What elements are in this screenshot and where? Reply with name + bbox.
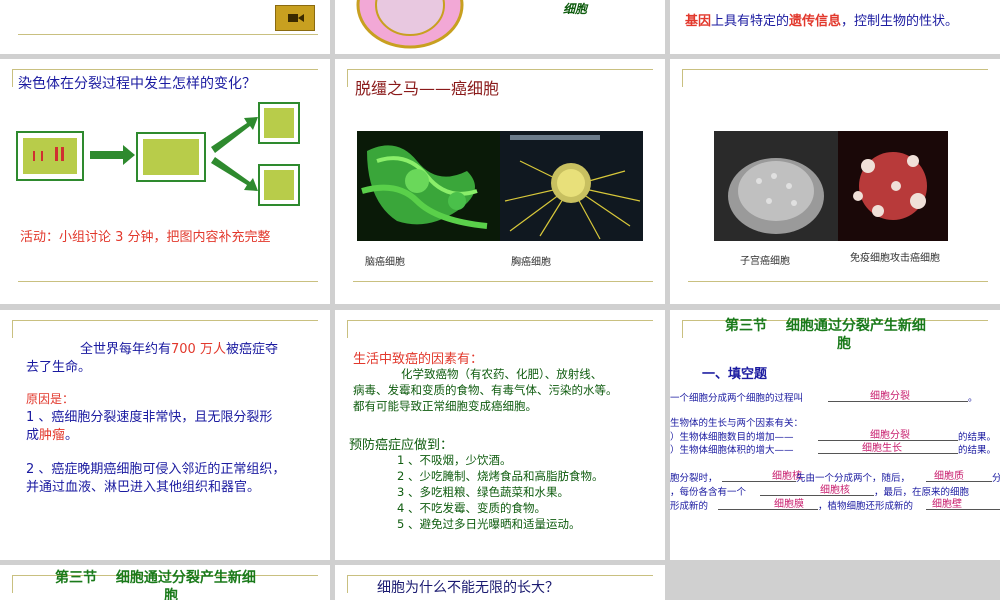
reason-2a: 2 、癌症晚期癌细胞可侵入邻近的正常组织， [26, 462, 286, 477]
slide-title: 细胞为什么不能无限的长大？ [377, 580, 559, 596]
answer-1: 细胞分裂 [870, 391, 910, 402]
reason-1b: 成肿瘤。 [26, 424, 78, 443]
divider [12, 69, 318, 70]
keyword-tumor: 肿瘤 [39, 428, 66, 443]
section-title-line-2: 胞 [164, 588, 178, 600]
answer-4: 细胞生长 [862, 443, 902, 454]
activity-text: 活动：小组讨论 3 分钟，把图内容补充完整 [20, 230, 271, 245]
caption-cervical: 子宫癌细胞 [740, 256, 790, 267]
divider [18, 34, 318, 35]
q3: ）生物体细胞数目的增加—— [670, 432, 794, 443]
immune-attack-image [838, 131, 948, 241]
divider [682, 69, 988, 70]
text: 成 [26, 428, 40, 443]
divider [353, 281, 653, 282]
caption-immune: 免疫细胞攻击癌细胞 [850, 253, 940, 264]
slide-3[interactable]: 基因上具有特定的遗传信息，控制生物的性状。 [670, 0, 1000, 54]
q3-end: 的结果。 [958, 432, 997, 443]
cell-label: 细胞 [563, 2, 588, 16]
divider [12, 69, 13, 87]
divider [688, 281, 988, 282]
prevent-item: 2 、少吃腌制、烧烤食品和高脂肪食物。 [397, 469, 604, 483]
reason-1a: 1 、癌细胞分裂速度非常快，且无限分裂形 [26, 410, 273, 425]
q5c: 分 [992, 473, 1000, 484]
divider [18, 281, 318, 282]
fill-blank-heading: 一、填空题 [702, 367, 768, 382]
slide-title: 脱缰之马——癌细胞 [355, 79, 500, 98]
answer-5b: 细胞质 [934, 471, 964, 482]
divider [12, 320, 318, 321]
divider [12, 575, 13, 593]
slide-6[interactable]: 子宫癌细胞 免疫细胞攻击癌细胞 [670, 59, 1000, 304]
stat-line-1: 全世界每年约有700 万人被癌症夺 [80, 338, 278, 357]
slide-5[interactable]: 脱缰之马——癌细胞 脑癌细胞 胸癌细胞 [335, 59, 665, 304]
keyword-info: 遗传信息 [789, 14, 842, 29]
keyword-gene: 基因 [685, 14, 712, 29]
factors-line-3: 都有可能导致正常细胞变成癌细胞。 [353, 399, 537, 413]
breast-cancer-cell-image [500, 131, 643, 241]
divider [347, 320, 653, 321]
q6a: ，每份各含有一个 [670, 487, 747, 498]
q5b: 先由一个分成两个，随后， [796, 473, 911, 484]
answer-6: 细胞核 [820, 485, 850, 496]
factors-line-1: 化学致癌物（有农药、化肥）、放射线、 [401, 367, 603, 381]
caption-brain: 脑癌细胞 [365, 257, 405, 268]
caption-breast: 胸癌细胞 [511, 257, 551, 268]
q1: 一个细胞分成两个细胞的过程叫 [670, 393, 804, 404]
chromosome-diagram [16, 102, 300, 206]
stat-line-2: 去了生命。 [26, 360, 92, 375]
prevent-item: 3 、多吃粗粮、绿色蔬菜和水果。 [397, 485, 569, 499]
slide-title: 染色体在分裂过程中发生怎样的变化？ [18, 76, 256, 92]
text: 上具有特定的 [711, 14, 790, 29]
q4: ）生物体细胞体积的增大—— [670, 445, 794, 456]
slide-9[interactable]: 第三节 细胞通过分裂产生新细 胞 一、填空题 一个细胞分成两个细胞的过程叫 细胞… [670, 310, 1000, 560]
reason-heading: 原因是： [26, 392, 75, 406]
slide-11[interactable]: 细胞为什么不能无限的长大？ [335, 565, 665, 600]
slide-8[interactable]: 生活中致癌的因素有： 化学致癌物（有农药、化肥）、放射线、 病毒、发霉和变质的食… [335, 310, 665, 560]
q5a: 胞分裂时， [670, 473, 718, 484]
cell-diagram [356, 0, 464, 49]
video-icon[interactable] [275, 5, 315, 31]
divider [347, 69, 653, 70]
text: 被癌症夺 [225, 342, 278, 357]
text: 全世界每年约有 [80, 342, 172, 357]
slide-10[interactable]: 第三节 细胞通过分裂产生新细 胞 [0, 565, 330, 600]
slide-1[interactable] [0, 0, 330, 54]
q7b: ，植物细胞还形成新的 [818, 501, 914, 512]
slide-2[interactable]: 细胞 [335, 0, 665, 54]
prevent-item: 5 、避免过多日光曝晒和适量运动。 [397, 517, 581, 531]
divider [12, 320, 13, 338]
text: 。 [65, 428, 79, 443]
gene-sentence: 基因上具有特定的遗传信息，控制生物的性状。 [685, 10, 958, 29]
section-title-line-2: 胞 [837, 336, 851, 352]
q4-end: 的结果。 [958, 445, 997, 456]
divider [682, 320, 683, 338]
factors-heading: 生活中致癌的因素有： [353, 352, 484, 367]
q7a: 形成新的 [670, 501, 709, 512]
brain-cancer-cell-image [357, 131, 500, 241]
q2: 生物体的生长与两个因素有关： [670, 418, 804, 429]
divider [682, 69, 683, 87]
prevent-item: 1 、不吸烟，少饮酒。 [397, 453, 512, 467]
divider [347, 320, 348, 338]
divider [347, 69, 348, 87]
answer-7b: 细胞壁 [932, 499, 962, 510]
prevent-item: 4 、不吃发霉、变质的食物。 [397, 501, 546, 515]
stat-number: 700 万人 [171, 342, 226, 357]
prevent-heading: 预防癌症应做到： [349, 438, 454, 453]
slide-7[interactable]: 全世界每年约有700 万人被癌症夺 去了生命。 原因是： 1 、癌细胞分裂速度非… [0, 310, 330, 560]
answer-7a: 细胞膜 [774, 499, 804, 510]
divider [347, 575, 348, 593]
text: ，控制生物的性状。 [841, 14, 959, 29]
section-title-line-1: 第三节 细胞通过分裂产生新细 [725, 318, 926, 334]
slide-4[interactable]: 染色体在分裂过程中发生怎样的变化？ 活动：小组讨论 3 分钟，把图内容补充完整 [0, 59, 330, 304]
section-title-line-1: 第三节 细胞通过分裂产生新细 [55, 570, 256, 586]
q1-end: 。 [968, 393, 978, 404]
divider [347, 575, 653, 576]
reason-2b: 并通过血液、淋巴进入其他组织和器官。 [26, 480, 261, 495]
factors-line-2: 病毒、发霉和变质的食物、有毒气体、污染的水等。 [353, 383, 618, 397]
cervical-cancer-cell-image [714, 131, 838, 241]
